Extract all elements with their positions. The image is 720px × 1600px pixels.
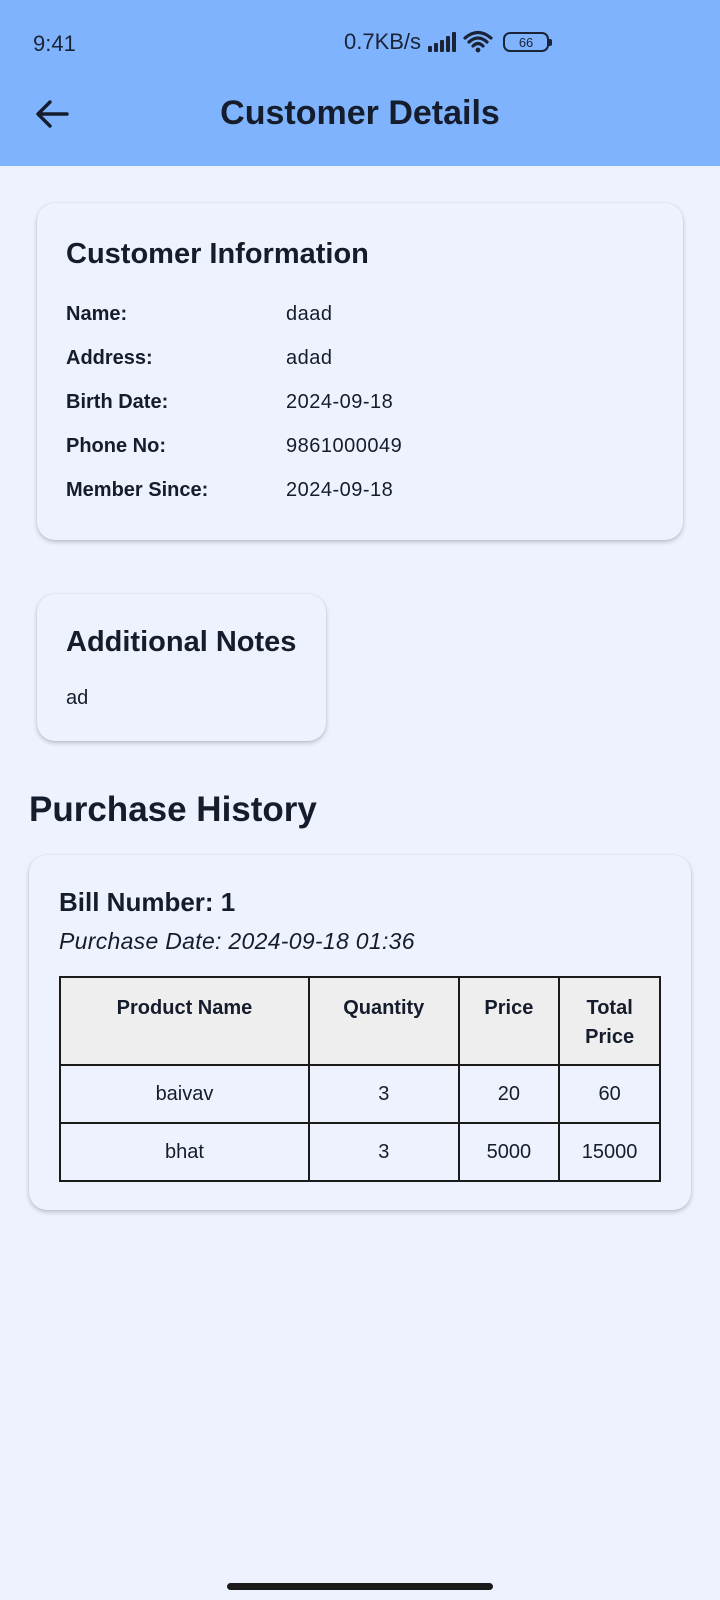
network-speed: 0.7KB/s <box>344 29 422 54</box>
battery-icon: 66 <box>503 32 553 52</box>
info-row-name: Name: daad <box>66 303 666 347</box>
status-indicators: 0.7KB/s 66 <box>344 29 553 55</box>
info-value: 9861000049 <box>286 435 403 457</box>
page-title: Customer Details <box>220 94 500 132</box>
customer-info-card: Customer Information Name: daad Address:… <box>37 203 683 540</box>
status-time: 9:41 <box>33 31 76 56</box>
customer-info-title: Customer Information <box>66 238 369 270</box>
info-value: adad <box>286 347 333 369</box>
info-row-address: Address: adad <box>66 347 666 391</box>
info-label: Name: <box>66 303 128 325</box>
cell-quantity: 3 <box>307 1122 460 1182</box>
info-row-phone: Phone No: 9861000049 <box>66 435 666 479</box>
purchase-bill-card: Bill Number: 1 Purchase Date: 2024-09-18… <box>29 855 691 1210</box>
purchase-history-title: Purchase History <box>29 790 317 829</box>
notes-title: Additional Notes <box>66 626 297 658</box>
column-header-product-name: Product Name <box>59 976 310 1066</box>
info-label: Phone No: <box>66 435 166 457</box>
app-header: 9:41 0.7KB/s 66 Customer Details <box>0 0 720 166</box>
column-header-price: Price <box>457 976 561 1066</box>
info-row-member-since: Member Since: 2024-09-18 <box>66 479 666 523</box>
customer-info-rows: Name: daad Address: adad Birth Date: 202… <box>66 303 666 523</box>
cell-total-price: 15000 <box>558 1122 661 1182</box>
notes-text: ad <box>66 687 89 709</box>
info-value: 2024-09-18 <box>286 391 394 413</box>
table-row: baivav 3 20 60 <box>59 1064 661 1124</box>
info-row-birth-date: Birth Date: 2024-09-18 <box>66 391 666 435</box>
bill-number: Bill Number: 1 <box>59 887 236 917</box>
cell-quantity: 3 <box>307 1064 460 1124</box>
cell-total-price: 60 <box>558 1064 661 1124</box>
cell-product-name: bhat <box>59 1122 310 1182</box>
info-label: Birth Date: <box>66 391 169 413</box>
cell-price: 20 <box>457 1064 561 1124</box>
purchase-table: Product Name Quantity Price Total Price … <box>59 976 661 1182</box>
info-value: daad <box>286 303 333 325</box>
info-value: 2024-09-18 <box>286 479 394 501</box>
column-header-total-price: Total Price <box>558 976 661 1066</box>
signal-icon <box>427 32 457 52</box>
home-indicator[interactable] <box>227 1583 493 1590</box>
cell-product-name: baivav <box>59 1064 310 1124</box>
column-header-quantity: Quantity <box>307 976 460 1066</box>
table-row: bhat 3 5000 15000 <box>59 1122 661 1182</box>
cell-price: 5000 <box>457 1122 561 1182</box>
customer-details-screen: 9:41 0.7KB/s 66 Customer Details Custome… <box>0 0 720 1600</box>
additional-notes-card: Additional Notes ad <box>37 594 326 741</box>
wifi-icon <box>463 30 493 54</box>
info-label: Member Since: <box>66 479 209 501</box>
purchase-date: Purchase Date: 2024-09-18 01:36 <box>59 928 415 954</box>
info-label: Address: <box>66 347 153 369</box>
table-header-row: Product Name Quantity Price Total Price <box>59 976 661 1066</box>
